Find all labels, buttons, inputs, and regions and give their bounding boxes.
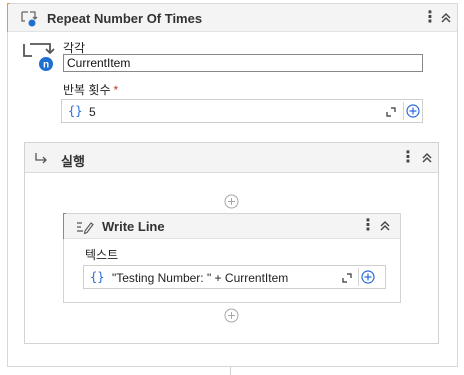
body-menu-icon[interactable]: ⋮ [400,150,416,166]
required-mark: * [113,83,119,97]
item-variable-input[interactable]: CurrentItem [63,54,423,72]
add-activity-bottom-icon[interactable] [224,308,239,323]
collapse-write-line-icon[interactable] [378,219,392,233]
add-activity-top-icon[interactable] [224,194,239,209]
text-expression-input[interactable]: {} "Testing Number: " + CurrentItem [83,265,386,289]
svg-text:n: n [43,60,49,71]
activity-menu-icon[interactable]: ⋮ [422,10,438,26]
write-line-menu-icon[interactable]: ⋮ [360,218,376,234]
count-field-label: 반복 횟수 * [63,81,118,98]
text-braces-icon: {} [90,270,105,284]
body-title: 실행 [61,154,85,169]
write-line-title: Write Line [102,219,165,234]
body-header[interactable]: 실행 ⋮ [25,143,438,173]
collapse-activity-icon[interactable] [439,11,453,25]
body-sequence[interactable]: 실행 ⋮ Write Line ⋮ 텍스트 {} "Testing Number… [24,142,439,344]
text-field-label: 텍스트 [85,248,119,262]
plus-circle-icon [406,104,420,118]
repeat-activity-icon [21,11,38,27]
count-expression-value: 5 [89,105,96,119]
activity-header[interactable]: Repeat Number Of Times ⋮ [8,4,457,32]
expand-editor-icon[interactable] [385,106,397,118]
write-line-header[interactable]: Write Line ⋮ [64,214,400,239]
repeat-number-of-times-activity[interactable]: Repeat Number Of Times ⋮ n 각각 CurrentIte… [7,3,458,367]
write-line-icon [77,222,94,234]
plus-circle-icon [361,270,375,284]
expand-text-editor-icon[interactable] [341,272,353,284]
write-line-activity[interactable]: Write Line ⋮ 텍스트 {} "Testing Number: " +… [63,213,401,303]
connector-line [230,367,231,375]
expression-braces-icon: {} [68,104,83,118]
text-expression-value: "Testing Number: " + CurrentItem [112,271,289,285]
count-expression-input[interactable]: {} 5 [61,99,423,123]
collapse-body-icon[interactable] [420,151,434,165]
activity-title: Repeat Number Of Times [47,11,203,26]
loop-item-icon: n [23,43,55,71]
add-text-argument-button[interactable] [358,268,376,286]
body-arrow-icon [35,153,47,164]
add-argument-button[interactable] [403,102,421,120]
count-label-text: 반복 횟수 [63,83,111,97]
